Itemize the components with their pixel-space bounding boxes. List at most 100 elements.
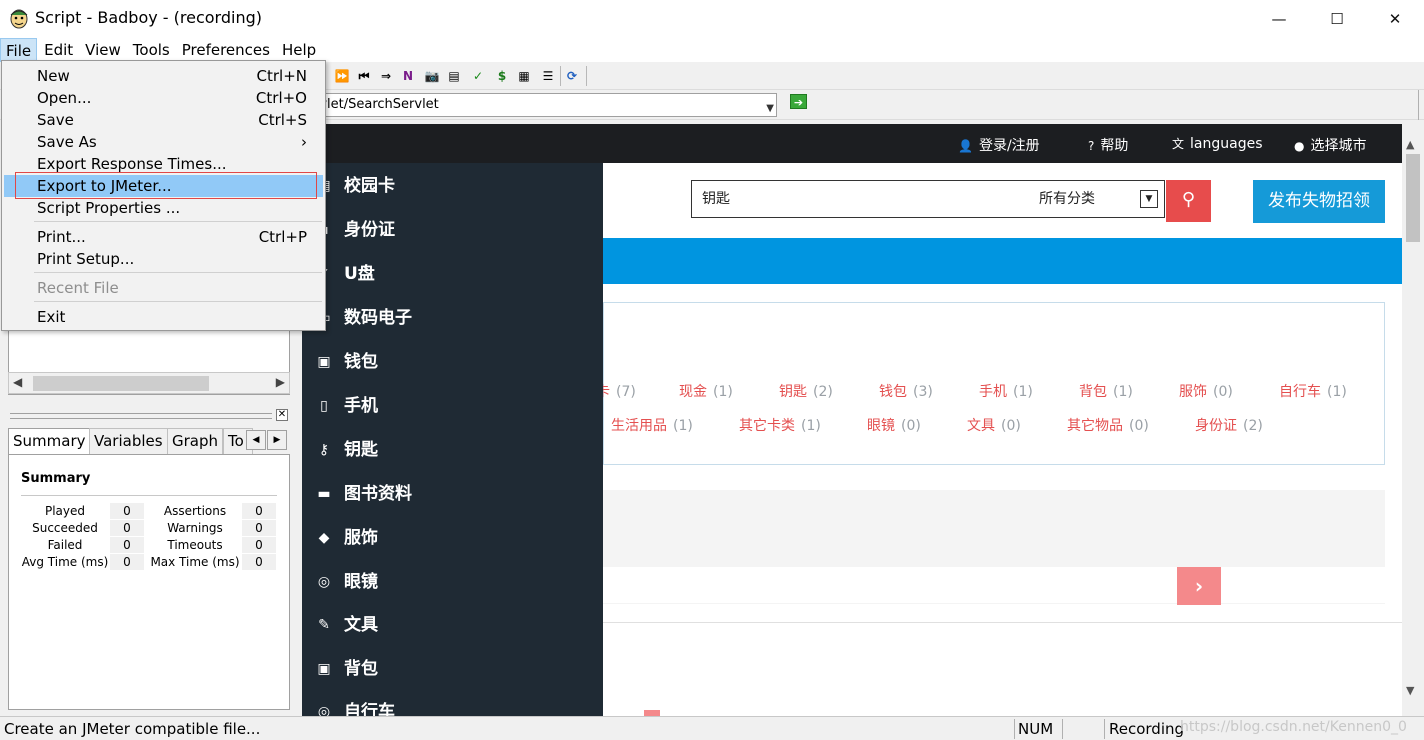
menu-item-save-as[interactable]: Save As ›: [4, 131, 323, 153]
sidebar-item-books[interactable]: ▬ 图书资料: [302, 472, 603, 516]
panel-splitter[interactable]: [10, 413, 272, 419]
close-icon[interactable]: ✕: [276, 409, 288, 421]
menu-item-print-setup[interactable]: Print Setup...: [4, 248, 323, 270]
category-select[interactable]: 所有分类 ▼: [1035, 180, 1165, 218]
tab-variables[interactable]: Variables: [89, 428, 168, 454]
chevron-down-icon[interactable]: ▼: [1140, 190, 1158, 208]
menu-item-save[interactable]: Save Ctrl+S: [4, 109, 323, 131]
timeouts-label: Timeouts: [167, 538, 223, 552]
category-link[interactable]: 自行车 (1): [1279, 381, 1347, 401]
step-button[interactable]: ⇒: [378, 68, 394, 84]
bicycle-icon: ◎: [317, 704, 331, 716]
help-label: 帮助: [1100, 138, 1129, 154]
tab-scroll-right-icon[interactable]: ▶: [267, 430, 287, 450]
browser-vertical-scrollbar[interactable]: ▲ ▼: [1402, 124, 1424, 716]
scroll-right-icon[interactable]: ▶: [276, 375, 285, 389]
rewind-button[interactable]: ⏮: [356, 68, 372, 84]
tab-summary[interactable]: Summary: [8, 428, 91, 455]
sidebar-item-glasses[interactable]: ◎ 眼镜: [302, 560, 603, 604]
close-button[interactable]: ✕: [1366, 0, 1424, 38]
menu-item-open[interactable]: Open... Ctrl+O: [4, 87, 323, 109]
user-icon: 👤: [958, 139, 973, 153]
category-link[interactable]: 其它卡类 (1): [739, 415, 821, 435]
menu-item-exit[interactable]: Exit: [4, 306, 323, 328]
scroll-up-icon[interactable]: ▲: [1406, 138, 1414, 151]
category-link[interactable]: 钱包 (3): [879, 381, 933, 401]
next-arrow-button[interactable]: ›: [1177, 567, 1221, 605]
sidebar-item-bicycle[interactable]: ◎ 自行车: [302, 690, 603, 716]
category-link[interactable]: 服饰 (0): [1179, 381, 1233, 401]
camera-icon[interactable]: 📷: [424, 68, 440, 84]
sidebar-item-id-card[interactable]: ▪身份证: [302, 208, 603, 252]
scrollbar-thumb[interactable]: [33, 376, 209, 391]
table-icon[interactable]: ▦: [516, 68, 532, 84]
tree-horizontal-scrollbar[interactable]: ◀ ▶: [8, 372, 290, 394]
badboy-app-icon: [10, 9, 28, 29]
publish-button[interactable]: 发布失物招领: [1253, 180, 1385, 223]
tab-graph[interactable]: Graph: [167, 428, 224, 454]
languages-link[interactable]: 文 languages: [1172, 135, 1263, 152]
chevron-down-icon[interactable]: ▼: [766, 98, 774, 120]
menu-file[interactable]: File: [0, 38, 38, 62]
category-link[interactable]: 手机 (1): [979, 381, 1033, 401]
assertions-value: 0: [242, 503, 276, 519]
play-all-button[interactable]: ⏩: [334, 68, 350, 84]
variable-icon[interactable]: $: [494, 68, 510, 84]
url-input[interactable]: rvlet/SearchServlet ▼: [305, 93, 777, 117]
menu-item-script-properties[interactable]: Script Properties ...: [4, 197, 323, 219]
languages-label: languages: [1190, 136, 1263, 152]
played-value: 0: [110, 503, 144, 519]
category-select-value: 所有分类: [1039, 191, 1095, 207]
minimize-button[interactable]: —: [1250, 0, 1308, 38]
category-link[interactable]: 其它物品 (0): [1067, 415, 1149, 435]
category-link[interactable]: 眼镜 (0): [867, 415, 921, 435]
site-search-input[interactable]: 钥匙: [691, 180, 1037, 218]
city-link[interactable]: ● 选择城市: [1294, 135, 1366, 155]
maximize-button[interactable]: ☐: [1308, 0, 1366, 38]
navigation-button[interactable]: N: [400, 68, 416, 84]
translate-icon: 文: [1172, 137, 1185, 151]
menu-view[interactable]: View: [80, 38, 126, 62]
sidebar-item-wallet[interactable]: ▣ 钱包: [302, 340, 603, 384]
category-link[interactable]: 身份证 (2): [1195, 415, 1263, 435]
tab-scroll-left-icon[interactable]: ◀: [246, 430, 266, 450]
sidebar-item-phone[interactable]: ▯ 手机: [302, 384, 603, 428]
scroll-down-icon[interactable]: ▼: [1406, 684, 1414, 697]
scrollbar-thumb[interactable]: [1406, 154, 1420, 242]
menu-edit[interactable]: Edit: [39, 38, 78, 62]
played-label: Played: [44, 504, 86, 518]
menu-preferences[interactable]: Preferences: [177, 38, 275, 62]
search-icon[interactable]: ⚲: [1166, 180, 1211, 222]
refresh-icon[interactable]: ⟳: [564, 68, 580, 84]
assertion-icon[interactable]: ✓: [470, 68, 486, 84]
login-link[interactable]: 👤 登录/注册: [958, 135, 1040, 155]
menu-tools[interactable]: Tools: [128, 38, 175, 62]
category-link[interactable]: 文具 (0): [967, 415, 1021, 435]
go-button[interactable]: ➔: [790, 94, 807, 109]
summary-icon[interactable]: ☰: [540, 68, 556, 84]
category-link[interactable]: 背包 (1): [1079, 381, 1133, 401]
category-link[interactable]: 现金 (1): [679, 381, 733, 401]
scroll-left-icon[interactable]: ◀: [13, 375, 22, 389]
book-icon: ▬: [317, 486, 331, 502]
sidebar-item-keys[interactable]: ⚷ 钥匙: [302, 428, 603, 472]
status-separator: [1062, 719, 1063, 739]
sidebar-item-electronics[interactable]: ▭数码电子: [302, 296, 603, 340]
form-icon[interactable]: ▤: [446, 68, 462, 84]
menu-help[interactable]: Help: [277, 38, 321, 62]
city-label: 选择城市: [1310, 138, 1367, 154]
category-link[interactable]: 生活用品 (1): [611, 415, 693, 435]
chevron-right-icon: ›: [301, 133, 307, 151]
sidebar-item-campus-card[interactable]: ▤校园卡: [302, 164, 603, 208]
sidebar-item-backpack[interactable]: ▣ 背包: [302, 647, 603, 691]
sidebar-item-clothing[interactable]: ◆ 服饰: [302, 516, 603, 560]
menu-item-print[interactable]: Print... Ctrl+P: [4, 226, 323, 248]
category-link[interactable]: 钥匙 (2): [779, 381, 833, 401]
help-link[interactable]: ? 帮助: [1088, 135, 1128, 155]
sidebar-item-usb[interactable]: ✓U盘: [302, 252, 603, 296]
tag-icon: ◆: [318, 530, 330, 546]
menu-item-new[interactable]: New Ctrl+N: [4, 65, 323, 87]
watermark: https://blog.csdn.net/Kennen0_0: [1180, 719, 1407, 735]
sidebar-item-stationery[interactable]: ✎ 文具: [302, 603, 603, 647]
bag-icon: ▣: [317, 661, 331, 677]
